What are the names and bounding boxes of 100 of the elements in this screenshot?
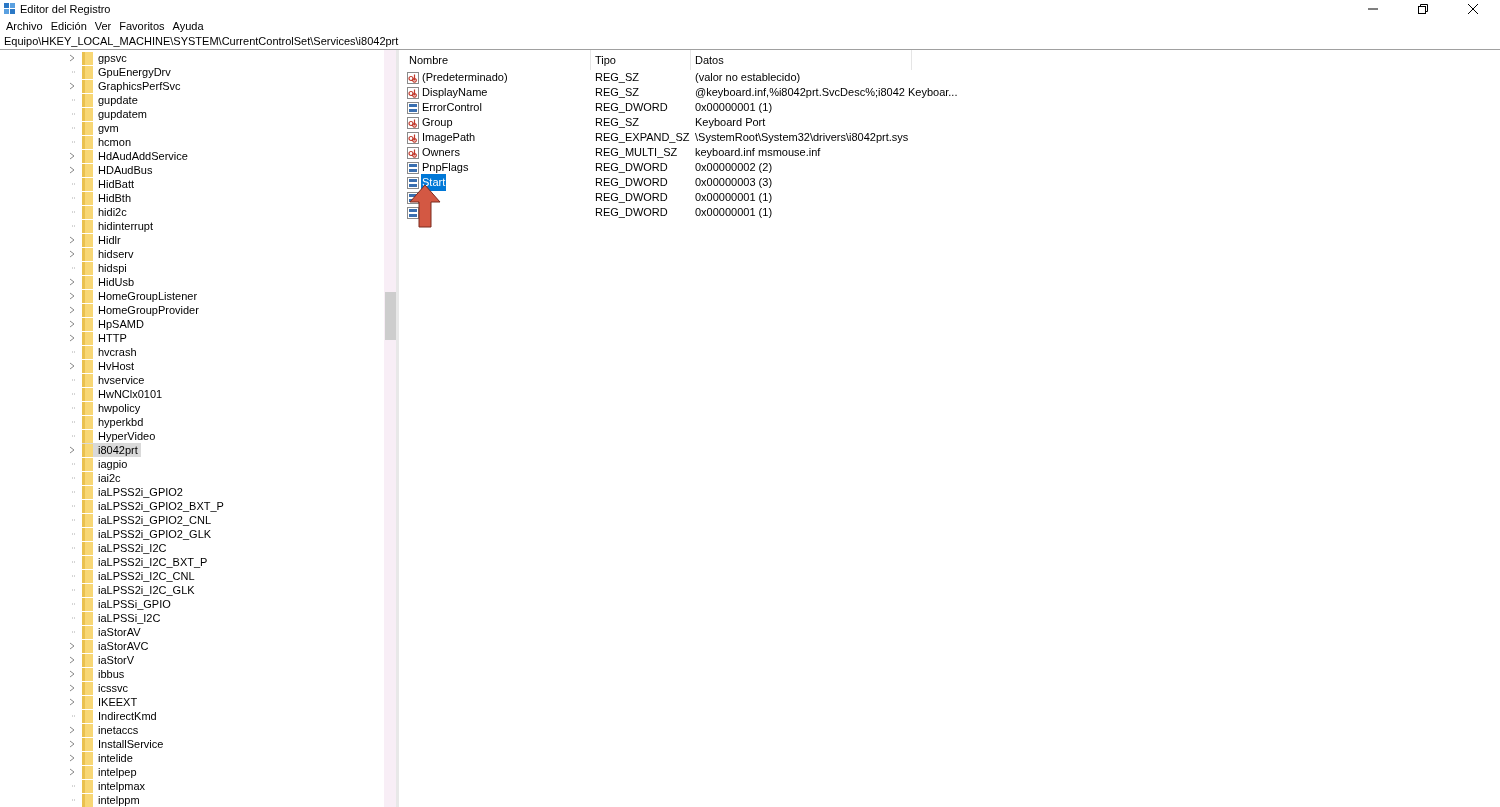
tree-item[interactable]: HomeGroupListener bbox=[82, 289, 201, 303]
tree-item[interactable]: iaStorAVC bbox=[82, 639, 152, 653]
tree-item[interactable]: HidUsb bbox=[82, 275, 138, 289]
scrollbar-thumb[interactable] bbox=[384, 292, 396, 340]
tree-item[interactable]: icssvc bbox=[82, 681, 131, 695]
expand-chevron-icon[interactable] bbox=[68, 334, 76, 342]
tree-item[interactable]: iaLPSS2i_GPIO2 bbox=[82, 485, 186, 499]
expand-chevron-icon[interactable] bbox=[68, 768, 76, 776]
expand-chevron-icon[interactable] bbox=[68, 670, 76, 678]
expand-chevron-icon[interactable] bbox=[68, 278, 76, 286]
table-cell-text: 0x00000001 (1) bbox=[694, 100, 774, 116]
tree-item[interactable]: i8042prt bbox=[82, 443, 141, 457]
tree-item[interactable]: iaStorAV bbox=[82, 625, 144, 639]
folder-icon bbox=[82, 429, 94, 443]
tree-item[interactable]: gpsvc bbox=[82, 51, 130, 65]
expand-chevron-icon[interactable] bbox=[68, 250, 76, 258]
tree-item[interactable]: HpSAMD bbox=[82, 317, 147, 331]
expand-chevron-icon[interactable] bbox=[68, 320, 76, 328]
tree-item[interactable]: HwNClx0101 bbox=[82, 387, 166, 401]
value-name[interactable]: PnpFlags bbox=[421, 159, 470, 176]
tree-item[interactable]: HomeGroupProvider bbox=[82, 303, 202, 317]
tree-item[interactable]: hidi2c bbox=[82, 205, 130, 219]
expand-chevron-icon[interactable] bbox=[68, 726, 76, 734]
value-name[interactable]: ErrorControl bbox=[421, 99, 483, 116]
menu-item[interactable]: Ayuda bbox=[168, 17, 208, 35]
value-name[interactable]: DisplayName bbox=[421, 84, 489, 101]
tree-item[interactable]: Hidlr bbox=[82, 233, 124, 247]
tree-item[interactable]: hcmon bbox=[82, 135, 135, 149]
expand-chevron-icon[interactable] bbox=[68, 446, 76, 454]
tree-item[interactable]: iagpio bbox=[82, 457, 131, 471]
value-name[interactable]: (Predeterminado) bbox=[421, 69, 509, 86]
expand-chevron-icon[interactable] bbox=[68, 236, 76, 244]
value-name[interactable]: ImagePath bbox=[421, 129, 477, 146]
menu-item[interactable]: Ver bbox=[90, 17, 116, 35]
tree-item[interactable]: InstallService bbox=[82, 737, 167, 751]
scrollbar[interactable] bbox=[384, 50, 396, 807]
tree-item[interactable]: iaLPSS2i_GPIO2_CNL bbox=[82, 513, 215, 527]
expand-chevron-icon[interactable] bbox=[68, 642, 76, 650]
tree-item[interactable]: iaLPSSi_GPIO bbox=[82, 597, 174, 611]
tree-item[interactable]: HidBth bbox=[82, 191, 135, 205]
tree-item[interactable]: intelide bbox=[82, 751, 136, 765]
column-header[interactable]: Tipo bbox=[591, 50, 691, 70]
tree-item[interactable]: hidserv bbox=[82, 247, 137, 261]
tree-item[interactable]: GpuEnergyDrv bbox=[82, 65, 174, 79]
column-header[interactable]: Datos bbox=[691, 50, 912, 70]
tree-item[interactable]: inetaccs bbox=[82, 723, 142, 737]
tree-item[interactable]: HTTP bbox=[82, 331, 130, 345]
expand-chevron-icon[interactable] bbox=[68, 82, 76, 90]
tree-item[interactable]: iaLPSS2i_I2C_GLK bbox=[82, 583, 198, 597]
expand-chevron-icon[interactable] bbox=[68, 292, 76, 300]
tree-item[interactable]: hvcrash bbox=[82, 345, 140, 359]
tree-item[interactable]: ibbus bbox=[82, 667, 128, 681]
tree-item[interactable]: HyperVideo bbox=[82, 429, 159, 443]
menu-item[interactable]: Archivo bbox=[2, 17, 47, 35]
expand-chevron-icon[interactable] bbox=[68, 362, 76, 370]
tree-item[interactable]: gupdatem bbox=[82, 107, 150, 121]
tree-item[interactable]: IKEEXT bbox=[82, 695, 141, 709]
tree-item[interactable]: gvm bbox=[82, 121, 122, 135]
expand-chevron-icon[interactable] bbox=[68, 656, 76, 664]
tree-item[interactable]: HdAudAddService bbox=[82, 149, 191, 163]
tree-item[interactable]: GraphicsPerfSvc bbox=[82, 79, 184, 93]
tree-item[interactable]: hwpolicy bbox=[82, 401, 144, 415]
tree-item[interactable]: IndirectKmd bbox=[82, 709, 160, 723]
tree-item[interactable]: hidinterrupt bbox=[82, 219, 157, 233]
column-header[interactable]: Nombre bbox=[405, 50, 591, 70]
folder-icon bbox=[82, 765, 94, 779]
tree-item[interactable]: hidspi bbox=[82, 261, 130, 275]
tree-item[interactable]: iaStorV bbox=[82, 653, 138, 667]
tree-item[interactable]: hyperkbd bbox=[82, 415, 147, 429]
value-name[interactable]: Group bbox=[421, 114, 454, 131]
tree-item[interactable]: iaLPSS2i_I2C_BXT_P bbox=[82, 555, 211, 569]
tree-item[interactable]: HDAudBus bbox=[82, 163, 156, 177]
tree-item[interactable]: iaLPSS2i_GPIO2_BXT_P bbox=[82, 499, 227, 513]
folder-icon bbox=[82, 681, 94, 695]
expand-chevron-icon[interactable] bbox=[68, 754, 76, 762]
menu-item[interactable]: Edición bbox=[46, 17, 91, 35]
address-bar[interactable]: Equipo\HKEY_LOCAL_MACHINE\SYSTEM\CurrentControlSet\Services\i8042prt bbox=[0, 34, 1500, 50]
tree-item[interactable]: intelpep bbox=[82, 765, 140, 779]
expand-chevron-icon[interactable] bbox=[68, 698, 76, 706]
value-name[interactable]: Start bbox=[421, 174, 447, 191]
tree-item[interactable]: HvHost bbox=[82, 359, 138, 373]
tree-item[interactable]: gupdate bbox=[82, 93, 141, 107]
tree-item[interactable]: HidBatt bbox=[82, 177, 138, 191]
expand-chevron-icon[interactable] bbox=[68, 152, 76, 160]
tree-item[interactable]: hvservice bbox=[82, 373, 148, 387]
expand-chevron-icon[interactable] bbox=[68, 684, 76, 692]
tree-item[interactable]: iaLPSS2i_I2C bbox=[82, 541, 170, 555]
tree-item[interactable]: iai2c bbox=[82, 471, 124, 485]
tree-item[interactable]: intelppm bbox=[82, 793, 143, 807]
tree-item[interactable]: iaLPSSi_I2C bbox=[82, 611, 164, 625]
tree-item[interactable]: iaLPSS2i_GPIO2_GLK bbox=[82, 527, 215, 541]
expand-chevron-icon[interactable] bbox=[68, 54, 76, 62]
expand-chevron-icon[interactable] bbox=[68, 166, 76, 174]
value-name[interactable]: Owners bbox=[421, 144, 461, 161]
tree-item[interactable]: intelpmax bbox=[82, 779, 149, 793]
expand-chevron-icon[interactable] bbox=[68, 306, 76, 314]
menu-item[interactable]: Favoritos bbox=[115, 17, 169, 35]
tree-item[interactable]: iaLPSS2i_I2C_CNL bbox=[82, 569, 198, 583]
folder-icon bbox=[82, 219, 94, 233]
expand-chevron-icon[interactable] bbox=[68, 740, 76, 748]
